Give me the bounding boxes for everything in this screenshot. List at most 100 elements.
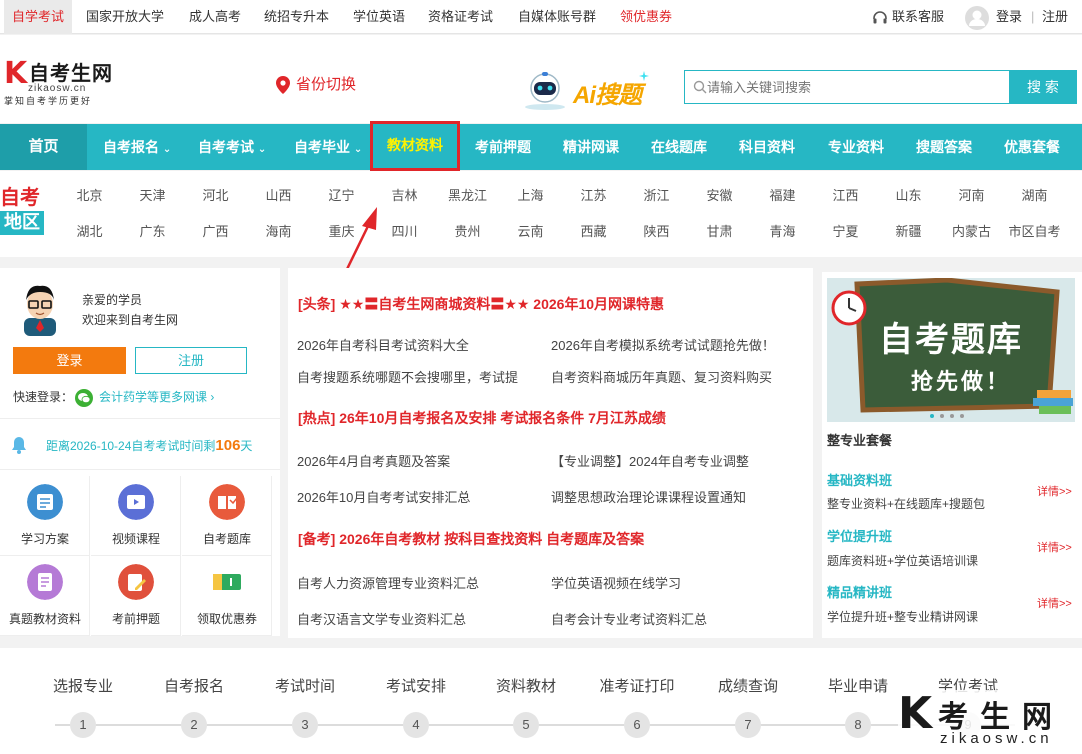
news-link[interactable]: 2026年10月自考考试安排汇总 xyxy=(297,487,470,506)
grid-study-plan[interactable]: 学习方案 xyxy=(0,476,90,556)
register-button[interactable]: 注册 xyxy=(135,347,247,374)
region-link[interactable]: 山西 xyxy=(247,185,310,204)
package-more-link[interactable]: 详情>> xyxy=(1037,539,1072,555)
region-link[interactable]: 安徽 xyxy=(688,185,751,204)
step-label[interactable]: 毕业申请 xyxy=(808,675,908,696)
region-link[interactable]: 陕西 xyxy=(625,221,688,240)
topbar-link-certificate[interactable]: 资格证考试 xyxy=(428,0,493,34)
more-courses-link[interactable]: 会计药学等更多网课 xyxy=(99,390,207,404)
news-headline-hot[interactable]: [热点] 26年10月自考报名及安排 考试报名条件 7月江苏成绩 xyxy=(298,408,666,428)
login-button[interactable]: 登录 xyxy=(13,347,126,374)
nav-item-answers[interactable]: 搜题答案 xyxy=(916,124,972,170)
news-link[interactable]: 自考汉语言文学专业资料汇总 xyxy=(297,609,466,628)
login-link[interactable]: 登录 xyxy=(996,0,1022,34)
region-link[interactable]: 吉林 xyxy=(373,185,436,204)
nav-home[interactable]: 首页 xyxy=(0,124,87,170)
region-link[interactable]: 甘肃 xyxy=(688,221,751,240)
ai-search-logo[interactable]: Ai搜题 xyxy=(521,71,651,111)
package-more-link[interactable]: 详情>> xyxy=(1037,595,1072,611)
topbar-link-coupon[interactable]: 领优惠券 xyxy=(620,0,672,34)
package-more-link[interactable]: 详情>> xyxy=(1037,483,1072,499)
grid-coupon[interactable]: 领取优惠券 xyxy=(182,556,272,636)
news-link[interactable]: 【专业调整】2024年自考专业调整 xyxy=(551,451,749,470)
region-link[interactable]: 浙江 xyxy=(625,185,688,204)
region-link[interactable]: 福建 xyxy=(751,185,814,204)
region-link[interactable]: 宁夏 xyxy=(814,221,877,240)
province-switch[interactable]: 省份切换 xyxy=(276,75,356,95)
region-link[interactable]: 黑龙江 xyxy=(436,185,499,204)
step-label[interactable]: 成绩查询 xyxy=(698,675,798,696)
news-headline-prep[interactable]: [备考] 2026年自考教材 按科目查找资料 自考题库及答案 xyxy=(298,529,644,549)
region-link[interactable]: 云南 xyxy=(499,221,562,240)
region-link[interactable]: 四川 xyxy=(373,221,436,240)
step-label[interactable]: 自考报名 xyxy=(144,675,244,696)
region-link[interactable]: 市区自考 xyxy=(1003,221,1066,240)
region-link[interactable]: 湖北 xyxy=(58,221,121,240)
search-input[interactable] xyxy=(707,71,1007,103)
nav-item-textbooks[interactable]: 教材资料 xyxy=(370,121,460,171)
nav-item-predictions[interactable]: 考前押题 xyxy=(475,124,531,170)
grid-predictions[interactable]: 考前押题 xyxy=(91,556,181,636)
package-name[interactable]: 精品精讲班 xyxy=(827,582,892,601)
news-link[interactable]: 2026年自考模拟系统考试试题抢先做！ xyxy=(551,335,775,354)
topbar-link-open-university[interactable]: 国家开放大学 xyxy=(86,0,164,34)
topbar-link-upgrade[interactable]: 统招专升本 xyxy=(264,0,329,34)
region-link[interactable]: 西藏 xyxy=(562,221,625,240)
nav-item-question-bank[interactable]: 在线题库 xyxy=(651,124,707,170)
nav-item-major-materials[interactable]: 专业资料 xyxy=(828,124,884,170)
news-link[interactable]: 自考会计专业考试资料汇总 xyxy=(551,609,707,628)
wechat-icon[interactable] xyxy=(75,388,94,407)
site-logo[interactable]: K 自考生网 zikaosw.cn 掌知自考学历更好 xyxy=(4,57,124,107)
nav-item-subject-materials[interactable]: 科目资料 xyxy=(739,124,795,170)
grid-video-course[interactable]: 视频课程 xyxy=(91,476,181,556)
nav-item-packages[interactable]: 优惠套餐 xyxy=(1004,124,1060,170)
region-link[interactable]: 海南 xyxy=(247,221,310,240)
news-link[interactable]: 自考人力资源管理专业资料汇总 xyxy=(297,573,479,592)
region-link[interactable]: 内蒙古 xyxy=(940,221,1003,240)
region-link[interactable]: 上海 xyxy=(499,185,562,204)
region-link[interactable]: 北京 xyxy=(58,185,121,204)
region-link[interactable]: 广东 xyxy=(121,221,184,240)
step-label[interactable]: 准考证打印 xyxy=(587,675,687,696)
search-button[interactable]: 搜 索 xyxy=(1009,70,1077,104)
region-link[interactable]: 青海 xyxy=(751,221,814,240)
grid-question-bank[interactable]: 自考题库 xyxy=(182,476,272,556)
question-bank-banner[interactable]: 自考题库 抢先做！ xyxy=(827,278,1075,422)
nav-item-exam[interactable]: 自考考试 ⌄ xyxy=(198,124,266,170)
package-name[interactable]: 基础资料班 xyxy=(827,470,892,489)
region-link[interactable]: 天津 xyxy=(121,185,184,204)
customer-service-link[interactable]: 联系客服 xyxy=(872,0,944,34)
news-headline-top[interactable]: [头条] ★★〓自考生网商城资料〓★★ 2026年10月网课特惠 xyxy=(298,294,664,314)
news-link[interactable]: 调整思想政治理论课课程设置通知 xyxy=(551,487,746,506)
region-link[interactable]: 重庆 xyxy=(310,221,373,240)
topbar-link-adult-exam[interactable]: 成人高考 xyxy=(189,0,241,34)
news-link[interactable]: 自考资料商城历年真题、复习资料购买 xyxy=(551,367,772,386)
nav-item-graduation[interactable]: 自考毕业 ⌄ xyxy=(294,124,362,170)
region-link[interactable]: 新疆 xyxy=(877,221,940,240)
package-name[interactable]: 学位提升班 xyxy=(827,526,892,545)
step-label[interactable]: 考试安排 xyxy=(366,675,466,696)
region-link[interactable]: 河南 xyxy=(940,185,1003,204)
news-link[interactable]: 学位英语视频在线学习 xyxy=(551,573,681,592)
region-link[interactable]: 江西 xyxy=(814,185,877,204)
grid-past-papers[interactable]: 真题教材资料 xyxy=(0,556,90,636)
region-link[interactable]: 河北 xyxy=(184,185,247,204)
region-link[interactable]: 湖南 xyxy=(1003,185,1066,204)
region-link[interactable]: 辽宁 xyxy=(310,185,373,204)
register-link[interactable]: 注册 xyxy=(1042,0,1068,34)
nav-item-registration[interactable]: 自考报名 ⌄ xyxy=(103,124,171,170)
region-link[interactable]: 山东 xyxy=(877,185,940,204)
topbar-link-degree-english[interactable]: 学位英语 xyxy=(353,0,405,34)
region-link[interactable]: 贵州 xyxy=(436,221,499,240)
region-link[interactable]: 广西 xyxy=(184,221,247,240)
topbar-link-zixuekaoshi[interactable]: 自学考试 xyxy=(4,0,73,34)
news-link[interactable]: 2026年自考科目考试资料大全 xyxy=(297,335,469,354)
news-link[interactable]: 自考搜题系统哪题不会搜哪里，考试提 xyxy=(297,367,518,386)
news-link[interactable]: 2026年4月自考真题及答案 xyxy=(297,451,450,470)
step-label[interactable]: 选报专业 xyxy=(33,675,133,696)
step-label[interactable]: 资料教材 xyxy=(476,675,576,696)
step-label[interactable]: 考试时间 xyxy=(255,675,355,696)
region-link[interactable]: 江苏 xyxy=(562,185,625,204)
topbar-link-media-group[interactable]: 自媒体账号群 xyxy=(518,0,596,34)
nav-item-lectures[interactable]: 精讲网课 xyxy=(563,124,619,170)
